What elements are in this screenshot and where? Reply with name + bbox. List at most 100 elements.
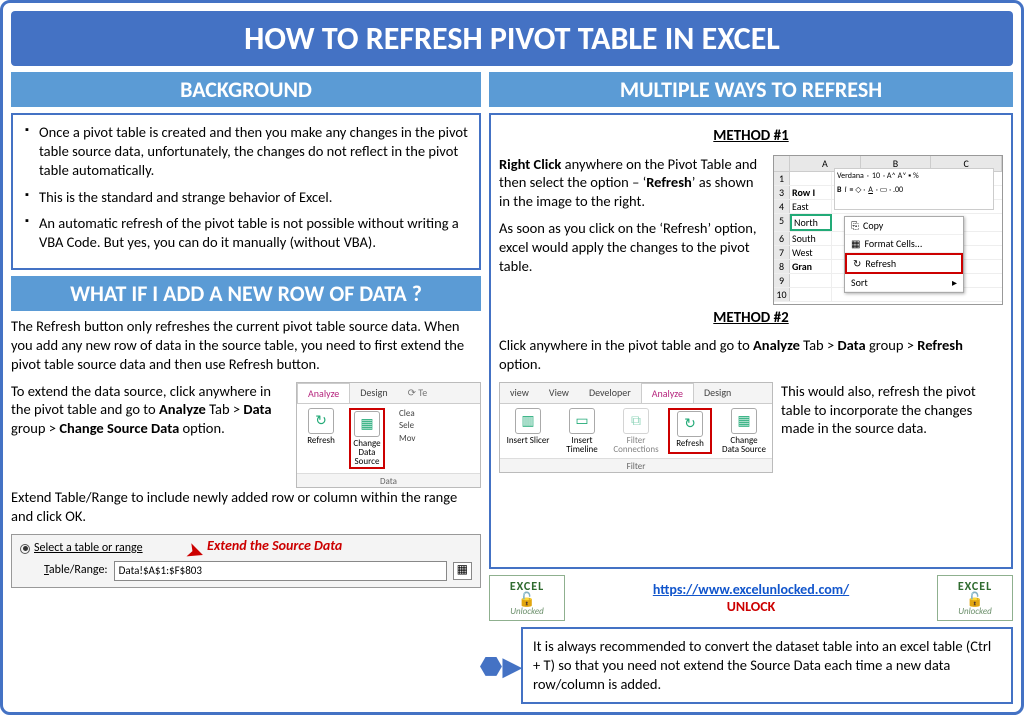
excel-unlocked-logo: EXCEL 🔓 Unlocked [937, 575, 1013, 621]
text: Tab > [800, 336, 838, 354]
excel-unlocked-logo: EXCEL 🔓 Unlocked [489, 575, 565, 621]
table-range-row: Table/Range: Data!$A$1:$F$803 ▦ [20, 561, 472, 581]
text-bold: Right Click [499, 155, 561, 173]
source-data-dialog: Select a table or range Table/Range: Dat… [11, 534, 481, 588]
unlock-text: UNLOCK [573, 598, 929, 615]
btn-label: Filter Connections [613, 436, 658, 454]
tab-developer[interactable]: Developer [579, 383, 641, 403]
radio-label: Select a table or range [34, 541, 143, 557]
tab-design[interactable]: Design [694, 383, 741, 403]
ctx-refresh[interactable]: ↻Refresh [845, 253, 963, 274]
btn-label: Insert Slicer [507, 436, 550, 445]
tab-analyze[interactable]: Analyze [641, 383, 694, 403]
cell[interactable]: Gran [790, 260, 832, 273]
ribbon-side: Clea Sele Mov [395, 408, 415, 469]
change-data-source-button[interactable]: ▦Change Data Source [722, 408, 766, 454]
refresh-icon: ↻ [677, 411, 703, 437]
tab-view[interactable]: View [539, 383, 579, 403]
method1-text: Right Click anywhere on the Pivot Table … [499, 155, 765, 284]
refresh-icon: ↻ [853, 257, 861, 270]
bullet-item: An automatic refresh of the pivot table … [25, 214, 471, 252]
tab-review[interactable]: view [500, 383, 539, 403]
row-num[interactable]: 10 [774, 288, 790, 301]
ribbon-body: ↻ Refresh ▦ Change Data Source Clea Sele… [297, 404, 480, 473]
row-num[interactable]: 1 [774, 172, 790, 185]
row-num[interactable]: 4 [774, 200, 790, 213]
text-bold: Refresh [917, 336, 963, 354]
newrow-content: The Refresh button only refreshes the cu… [11, 317, 481, 588]
datasource-icon: ▦ [354, 411, 380, 437]
method1-label: METHOD #1 [499, 127, 1003, 147]
row-num[interactable]: 6 [774, 232, 790, 245]
btn-label: Refresh [307, 436, 335, 445]
cell[interactable] [790, 274, 832, 287]
background-header: BACKGROUND [11, 72, 481, 107]
text: As soon as you click on the ‘Refresh’ op… [499, 219, 765, 276]
row-num[interactable]: 3 [774, 186, 790, 199]
lock-icon: 🔓 [518, 593, 535, 607]
ribbon-change-source: Analyze Design ⟳ Te ↻ Refresh ▦ Chang [296, 382, 481, 489]
multiple-ways-header: MULTIPLE WAYS TO REFRESH [489, 72, 1013, 107]
insert-slicer-button[interactable]: ▥ Insert Slicer [506, 408, 550, 454]
tab-analyze[interactable]: Analyze [297, 383, 350, 403]
newrow-row: To extend the data source, click anywher… [11, 382, 481, 489]
row-num[interactable]: 8 [774, 260, 790, 273]
btn-label: Change Data Source [352, 439, 382, 466]
cell[interactable]: South [790, 232, 832, 245]
cell[interactable]: North [790, 214, 832, 231]
row-num[interactable]: 5 [774, 214, 790, 231]
text-bold: Analyze [159, 400, 206, 418]
row-num[interactable]: 7 [774, 246, 790, 259]
cell[interactable]: East [790, 200, 832, 213]
page: HOW TO REFRESH PIVOT TABLE IN EXCEL BACK… [0, 0, 1024, 715]
lock-icon: 🔓 [966, 593, 983, 607]
tab-more: ⟳ Te [398, 383, 438, 403]
page-title: HOW TO REFRESH PIVOT TABLE IN EXCEL [11, 11, 1013, 66]
insert-timeline-button[interactable]: ▭Insert Timeline [560, 408, 604, 454]
refresh-button[interactable]: ↻ Refresh [668, 408, 712, 454]
ctx-sort[interactable]: Sort▸ [845, 274, 963, 292]
text-bold: Data [837, 336, 865, 354]
font-size[interactable]: 10 [872, 171, 880, 181]
cell[interactable] [790, 288, 832, 301]
cell[interactable]: Row I [790, 186, 832, 199]
cell[interactable] [790, 172, 832, 185]
text-bold: Change Source Data [59, 419, 179, 437]
tab-design[interactable]: Design [350, 383, 397, 403]
text-bold: Refresh [646, 173, 692, 191]
newrow-header: WHAT IF I ADD A NEW ROW OF DATA ? [11, 276, 481, 311]
annotation-text: Extend the Source Data [207, 537, 342, 555]
context-menu: ⎘Copy ▦Format Cells... ↻Refresh Sort▸ [844, 216, 964, 293]
text: Click anywhere in the pivot table and go… [499, 336, 753, 354]
method2-row: view View Developer Analyze Design ▥ Inse… [499, 382, 1003, 474]
ctx-format-cells[interactable]: ▦Format Cells... [845, 235, 963, 253]
tip-row: ⬣▶ It is always recommended to convert t… [489, 627, 1013, 704]
ribbon-analyze-refresh: view View Developer Analyze Design ▥ Inse… [499, 382, 773, 474]
text: group > [11, 419, 59, 437]
filter-connections-button[interactable]: ⧉Filter Connections [614, 408, 658, 454]
range-picker-icon[interactable]: ▦ [453, 562, 472, 580]
side-item[interactable]: Mov [399, 433, 415, 445]
font-name[interactable]: Verdana [837, 171, 864, 181]
side-item[interactable]: Clea [399, 408, 415, 420]
ribbon-tabs: Analyze Design ⟳ Te [297, 383, 480, 404]
side-item[interactable]: Sele [399, 420, 415, 432]
site-url-link[interactable]: https://www.excelunlocked.com/ [573, 581, 929, 598]
methods-box: METHOD #1 Right Click anywhere on the Pi… [489, 113, 1013, 569]
excel-context-menu-shot: A B C 1 3Row I 4East 5North 6South 7West… [773, 155, 1003, 305]
text-bold: Data [243, 400, 271, 418]
change-data-source-button[interactable]: ▦ Change Data Source [349, 408, 385, 469]
refresh-button[interactable]: ↻ Refresh [303, 408, 339, 469]
background-bullets: Once a pivot table is created and then y… [21, 123, 471, 252]
background-box: Once a pivot table is created and then y… [11, 113, 481, 270]
method1-row: Right Click anywhere on the Pivot Table … [499, 155, 1003, 305]
row-num[interactable]: 9 [774, 274, 790, 287]
cell[interactable]: West [790, 246, 832, 259]
btn-label: Refresh [676, 439, 704, 448]
right-column: MULTIPLE WAYS TO REFRESH METHOD #1 Right… [489, 72, 1013, 704]
ctx-copy[interactable]: ⎘Copy [845, 217, 963, 235]
slicer-icon: ▥ [515, 408, 541, 434]
table-range-input[interactable]: Data!$A$1:$F$803 [114, 561, 447, 581]
method2-p1: Click anywhere in the pivot table and go… [499, 336, 1003, 374]
refresh-icon: ↻ [308, 408, 334, 434]
